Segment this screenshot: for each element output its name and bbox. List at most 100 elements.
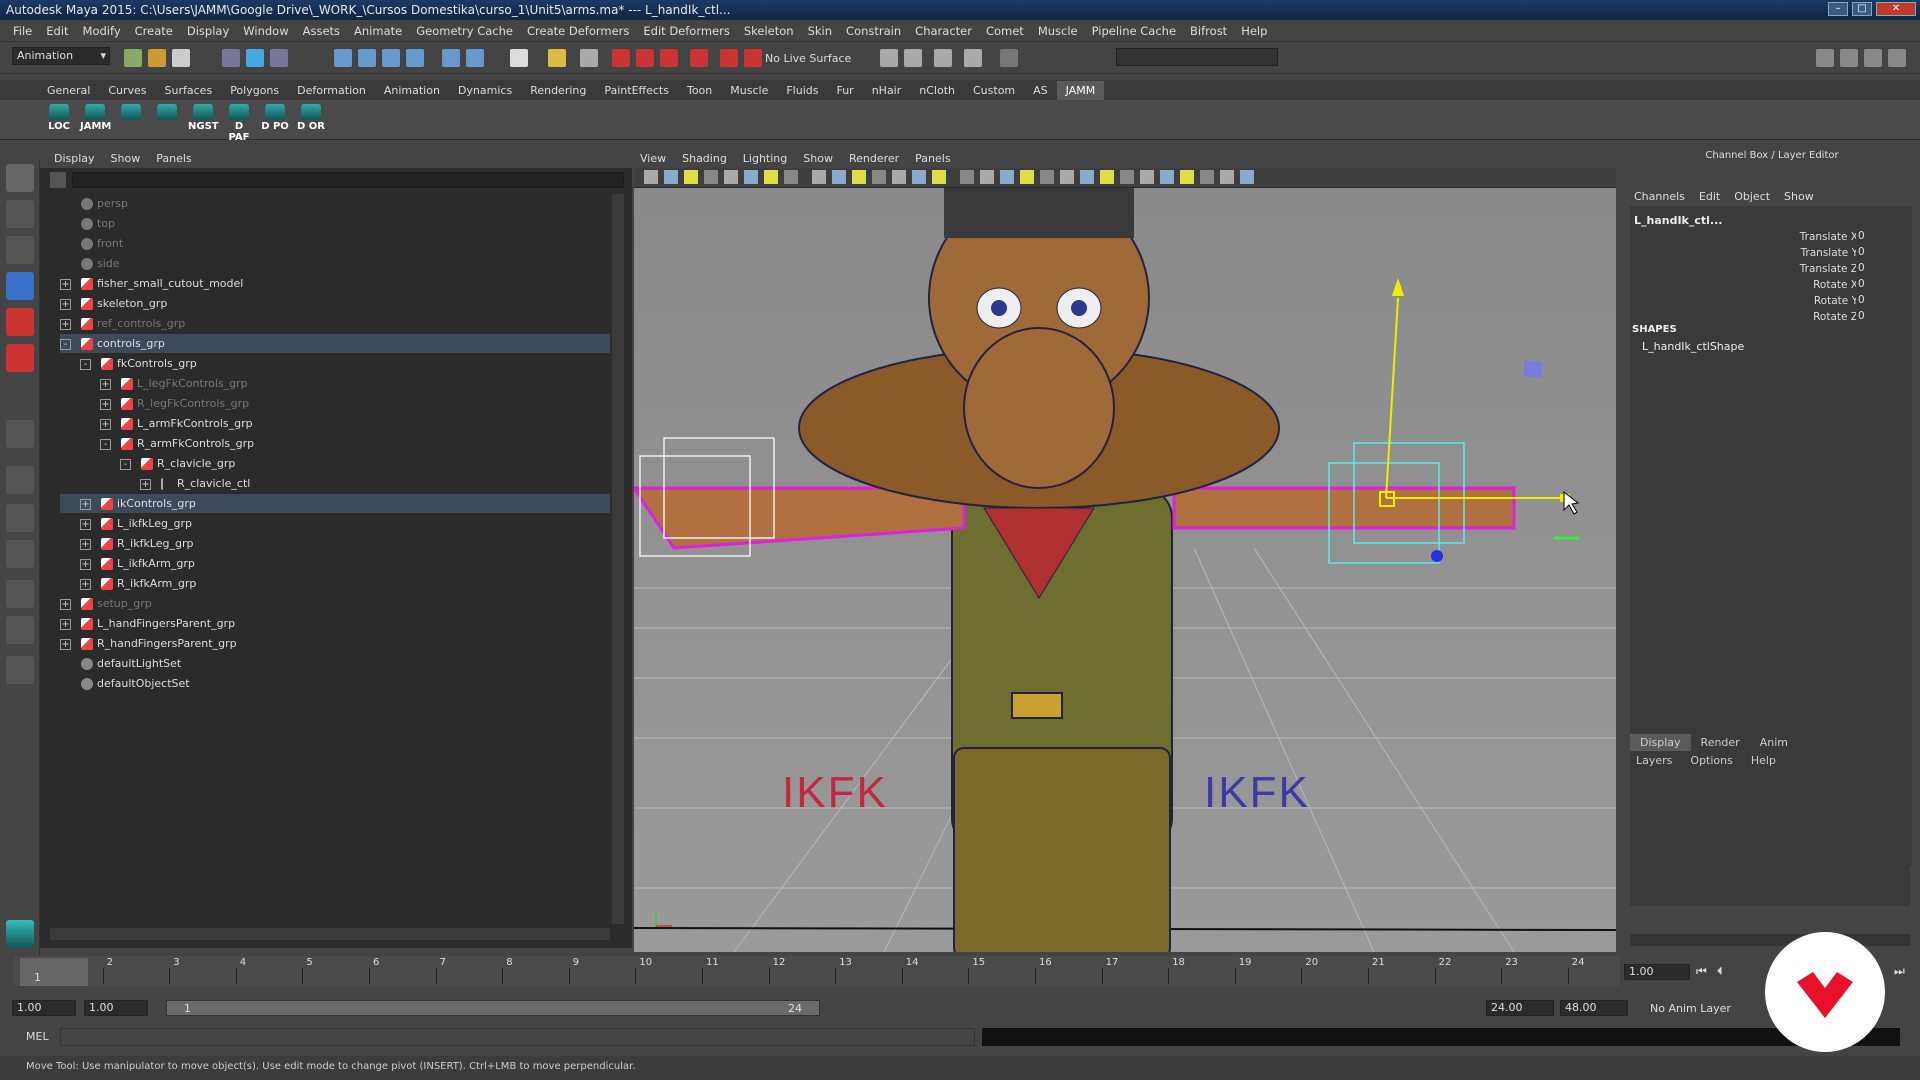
outliner-item[interactable]: + L_legFkControls_grp	[60, 374, 610, 393]
attribute-value[interactable]: 0	[1856, 310, 1912, 324]
command-input[interactable]	[60, 1028, 975, 1046]
snap-grid-icon[interactable]	[334, 49, 352, 67]
snap-curve-icon[interactable]	[358, 49, 376, 67]
menu-geometry-cache[interactable]: Geometry Cache	[409, 24, 520, 38]
paint-select-icon[interactable]	[6, 236, 34, 264]
shelf-button-0[interactable]: LOC	[44, 104, 74, 136]
snap-point-icon[interactable]	[382, 49, 400, 67]
shelf-button-2[interactable]	[116, 104, 146, 136]
viewport-toolbar-icon[interactable]	[892, 170, 906, 184]
viewport-toolbar-icon[interactable]	[1160, 170, 1174, 184]
shelf-tab-as[interactable]: AS	[1024, 81, 1057, 100]
viewport-toolbar-icon[interactable]	[960, 170, 974, 184]
menu-comet[interactable]: Comet	[979, 24, 1031, 38]
viewport-toolbar-icon[interactable]	[784, 170, 798, 184]
expand-toggle-icon[interactable]: +	[60, 278, 71, 290]
viewport-toolbar-icon[interactable]	[724, 170, 738, 184]
shelf-tab-animation[interactable]: Animation	[375, 81, 449, 100]
layer-tab-render[interactable]: Render	[1691, 734, 1750, 751]
shelf-tab-rendering[interactable]: Rendering	[521, 81, 595, 100]
shelf-tab-polygons[interactable]: Polygons	[221, 81, 288, 100]
two-pane-layout-icon[interactable]	[6, 540, 34, 568]
expand-toggle-icon[interactable]: +	[100, 398, 111, 410]
menu-create-deformers[interactable]: Create Deformers	[520, 24, 636, 38]
viewport-toolbar-icon[interactable]	[912, 170, 926, 184]
maximize-icon[interactable]: □	[1852, 2, 1872, 16]
snap-align-icon[interactable]	[660, 49, 678, 67]
channel-menu-channels[interactable]: Channels	[1634, 190, 1685, 203]
outliner-item[interactable]: persp	[60, 194, 610, 213]
playback-end-field[interactable]: 24.00	[1486, 1000, 1554, 1016]
attribute-value[interactable]: 0	[1856, 278, 1912, 292]
viewport-menu-lighting[interactable]: Lighting	[743, 152, 787, 165]
lasso-tool-icon[interactable]	[6, 200, 34, 228]
render-settings-icon[interactable]	[934, 49, 952, 67]
shelf-button-5[interactable]: D PAF	[224, 104, 254, 143]
viewport-toolbar-icon[interactable]	[1060, 170, 1074, 184]
shelf-tab-fur[interactable]: Fur	[827, 81, 862, 100]
attribute-value[interactable]: 0	[1856, 230, 1912, 244]
outliner-item[interactable]: front	[60, 234, 610, 253]
filter-icon[interactable]	[50, 172, 66, 188]
expand-toggle-icon[interactable]: +	[80, 558, 91, 570]
attribute-name[interactable]: Translate Y	[1801, 247, 1858, 259]
current-time-field[interactable]: 1.00	[1624, 964, 1690, 980]
symmetry-icon[interactable]	[720, 49, 738, 67]
menu-animate[interactable]: Animate	[347, 24, 409, 38]
channel-box-toggle-icon[interactable]	[1888, 49, 1906, 67]
outliner-item[interactable]: + L_ikfkLeg_grp	[60, 514, 610, 533]
outliner-item[interactable]: + L_handFingersParent_grp	[60, 614, 610, 633]
layer-tab-display[interactable]: Display	[1630, 734, 1691, 751]
attribute-editor-toggle-icon[interactable]	[1840, 49, 1858, 67]
outliner-item[interactable]: + ikControls_grp	[60, 494, 610, 513]
viewport-toolbar-icon[interactable]	[1220, 170, 1234, 184]
hypershade-layout-icon[interactable]	[6, 656, 34, 684]
menu-muscle[interactable]: Muscle	[1031, 24, 1085, 38]
viewport-toolbar-icon[interactable]	[1080, 170, 1094, 184]
viewport-toolbar-icon[interactable]	[1040, 170, 1054, 184]
menu-skin[interactable]: Skin	[801, 24, 839, 38]
viewport-menu-renderer[interactable]: Renderer	[849, 152, 899, 165]
ikfk-label-left[interactable]: IKFK	[782, 768, 888, 818]
outliner-search-input[interactable]	[72, 172, 624, 188]
menu-pipeline-cache[interactable]: Pipeline Cache	[1085, 24, 1183, 38]
shelf-tab-general[interactable]: General	[38, 81, 99, 100]
select-tool-icon[interactable]	[6, 164, 34, 192]
ikfk-label-right[interactable]: IKFK	[1204, 768, 1310, 818]
go-to-end-icon[interactable]: ⏭︎	[1894, 964, 1905, 979]
outliner-item[interactable]: side	[60, 254, 610, 273]
expand-toggle-icon[interactable]: +	[80, 498, 91, 510]
attribute-name[interactable]: Rotate Z	[1813, 311, 1858, 323]
expand-toggle-icon[interactable]: +	[140, 478, 151, 490]
outliner-item[interactable]: defaultObjectSet	[60, 674, 610, 693]
viewport-toolbar-icon[interactable]	[1240, 170, 1254, 184]
outliner-item[interactable]: - R_clavicle_grp	[60, 454, 610, 473]
scale-tool-icon[interactable]	[6, 344, 34, 372]
rotate-tool-icon[interactable]	[6, 308, 34, 336]
expand-toggle-icon[interactable]: +	[60, 298, 71, 310]
snap-together-icon[interactable]	[636, 49, 654, 67]
lock-icon[interactable]	[548, 49, 566, 67]
viewport-toolbar-icon[interactable]	[852, 170, 866, 184]
layer-menu-help[interactable]: Help	[1751, 754, 1776, 767]
menu-create[interactable]: Create	[128, 24, 180, 38]
shelf-tab-nhair[interactable]: nHair	[863, 81, 911, 100]
menu-edit-deformers[interactable]: Edit Deformers	[636, 24, 736, 38]
menu-bifrost[interactable]: Bifrost	[1183, 24, 1234, 38]
viewport-toolbar-icon[interactable]	[664, 170, 678, 184]
expand-toggle-icon[interactable]: +	[100, 418, 111, 430]
channel-menu-show[interactable]: Show	[1784, 190, 1814, 203]
viewport-menu-view[interactable]: View	[640, 152, 666, 165]
viewport-toolbar-icon[interactable]	[764, 170, 778, 184]
minimize-icon[interactable]: –	[1828, 2, 1848, 16]
save-scene-icon[interactable]	[172, 49, 190, 67]
shelf-tab-surfaces[interactable]: Surfaces	[156, 81, 222, 100]
outliner-item[interactable]: - controls_grp	[60, 334, 610, 353]
playback-start-field[interactable]: 1.00	[84, 1000, 148, 1016]
shelf-tab-painteffects[interactable]: PaintEffects	[595, 81, 678, 100]
render-frame-icon[interactable]	[880, 49, 898, 67]
shelf-tab-deformation[interactable]: Deformation	[288, 81, 375, 100]
shelf-tab-jamm[interactable]: JAMM	[1056, 81, 1105, 100]
viewport-menu-panels[interactable]: Panels	[915, 152, 950, 165]
viewport-toolbar-icon[interactable]	[1000, 170, 1014, 184]
